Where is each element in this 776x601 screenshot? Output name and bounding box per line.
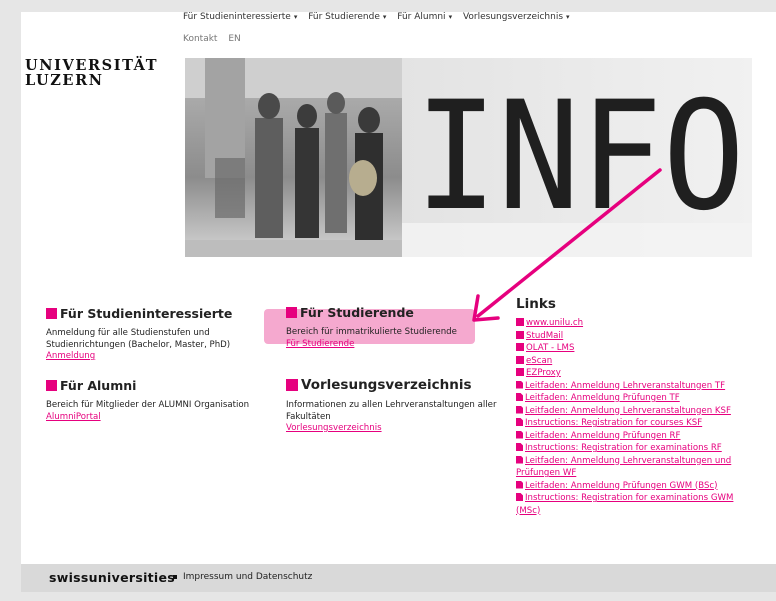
footer: swissuniversities Impressum und Datensch… <box>21 564 776 592</box>
square-bullet-icon <box>173 575 177 579</box>
annotation-arrow-icon <box>472 168 662 322</box>
impressum-link[interactable]: Impressum und Datenschutz <box>173 572 312 582</box>
impressum-label: Impressum und Datenschutz <box>183 572 313 582</box>
swissuniversities-logo[interactable]: swissuniversities <box>49 570 175 585</box>
